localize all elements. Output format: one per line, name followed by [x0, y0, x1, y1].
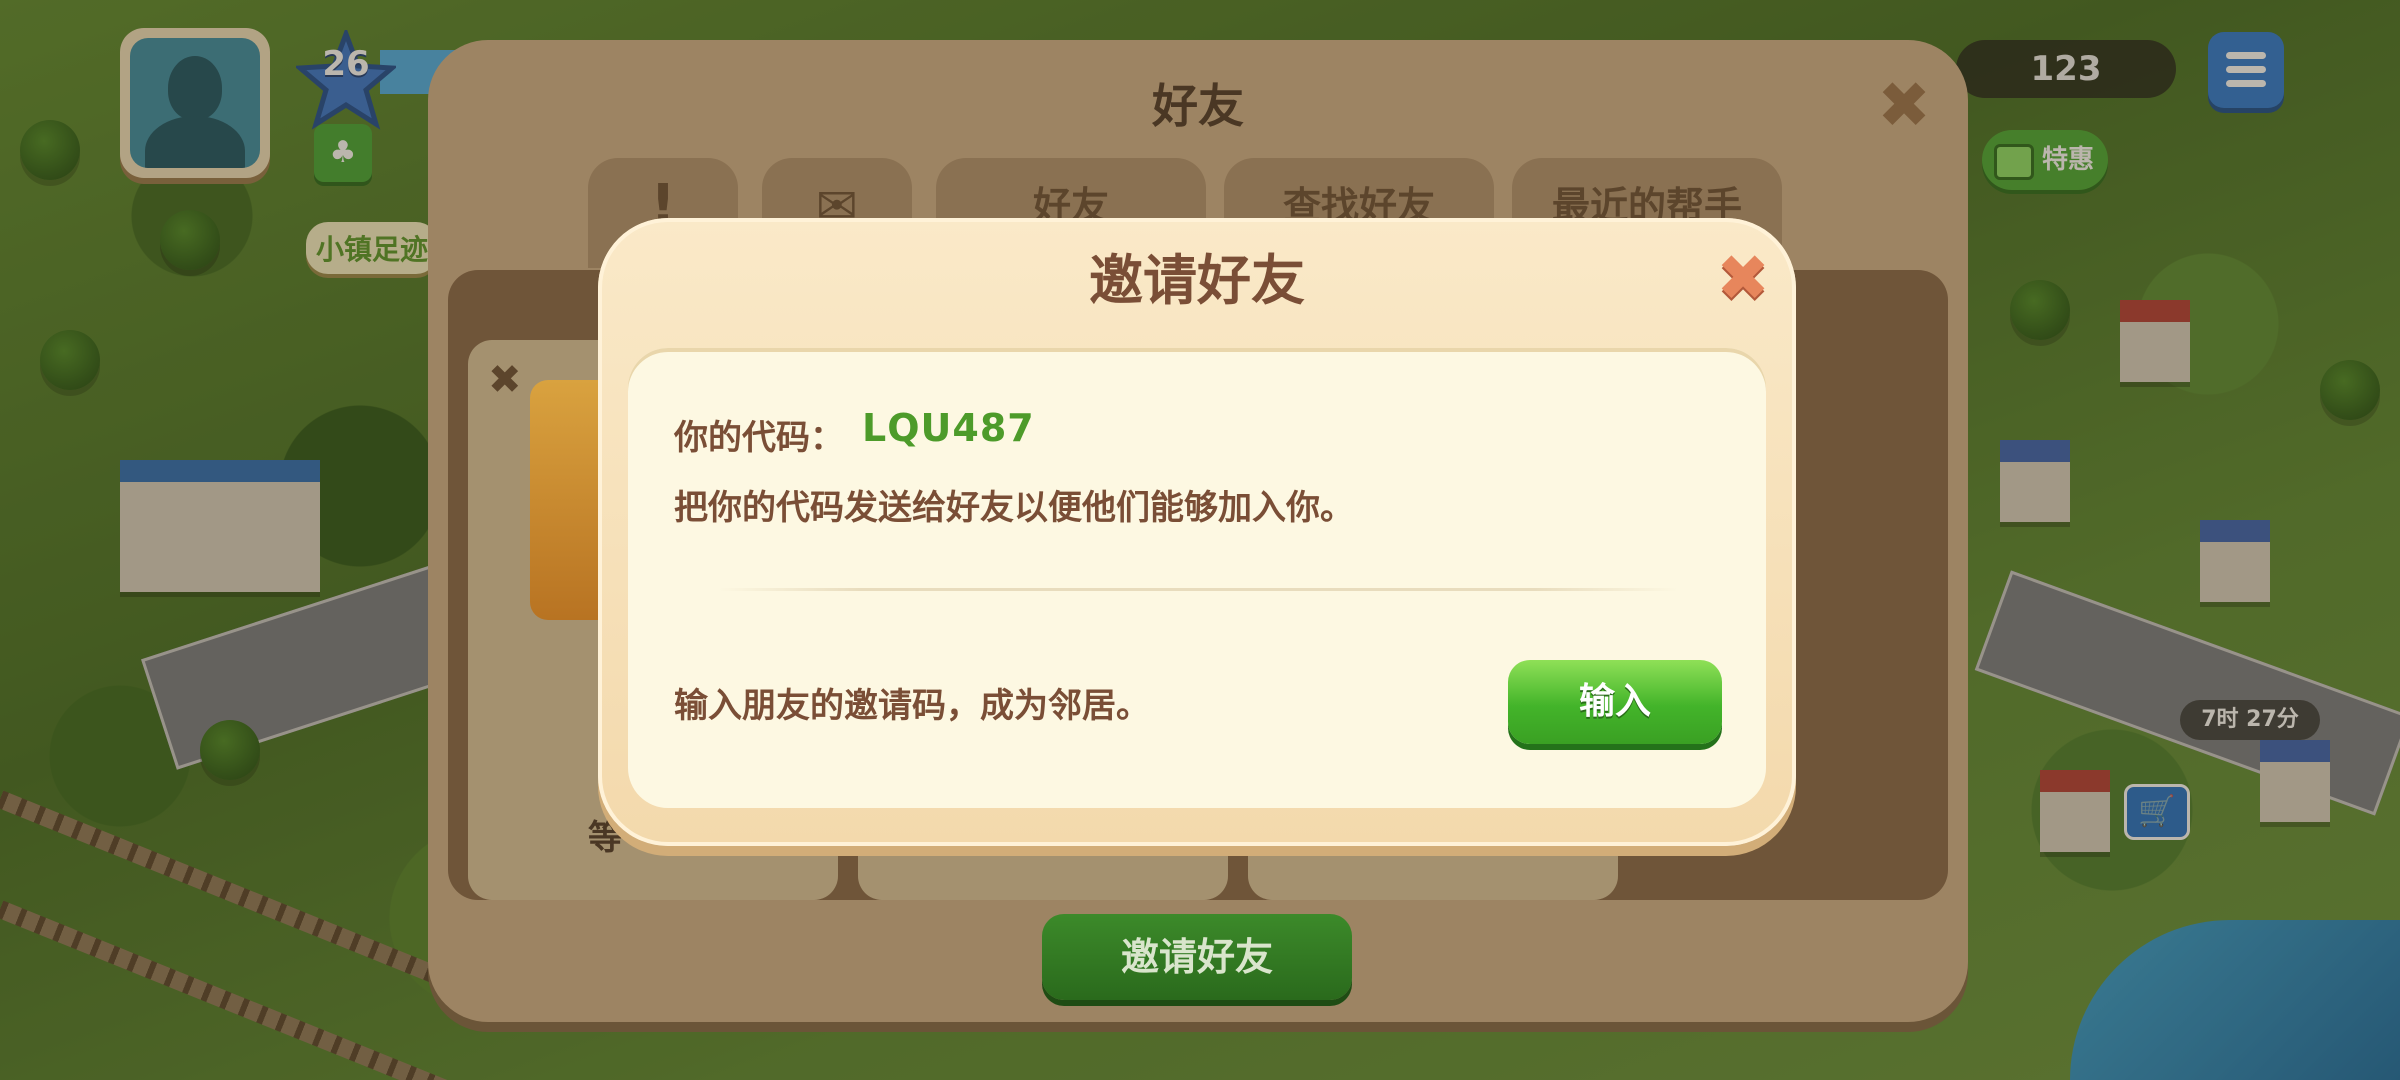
invite-friends-dialog: 邀请好友 ✖ 你的代码： LQU487 把你的代码发送给好友以便他们能够加入你。…: [598, 218, 1796, 846]
your-code-label: 你的代码：: [674, 418, 844, 458]
divider: [718, 588, 1678, 591]
invite-friends-button[interactable]: 邀请好友: [1042, 914, 1352, 1000]
enter-code-button[interactable]: 输入: [1508, 660, 1722, 744]
dialog-body: 你的代码： LQU487 把你的代码发送给好友以便他们能够加入你。 输入朋友的邀…: [628, 348, 1766, 808]
your-code-value: LQU487: [862, 406, 1035, 450]
code-hint-text: 把你的代码发送给好友以便他们能够加入你。: [674, 488, 1354, 528]
close-icon[interactable]: ✖: [488, 360, 528, 400]
friends-panel-title: 好友: [1152, 79, 1244, 133]
enter-code-hint: 输入朋友的邀请码，成为邻居。: [674, 686, 1150, 726]
close-icon[interactable]: ✖: [1712, 247, 1774, 311]
close-icon[interactable]: ✖: [1874, 74, 1934, 138]
dialog-title: 邀请好友: [1089, 249, 1305, 312]
